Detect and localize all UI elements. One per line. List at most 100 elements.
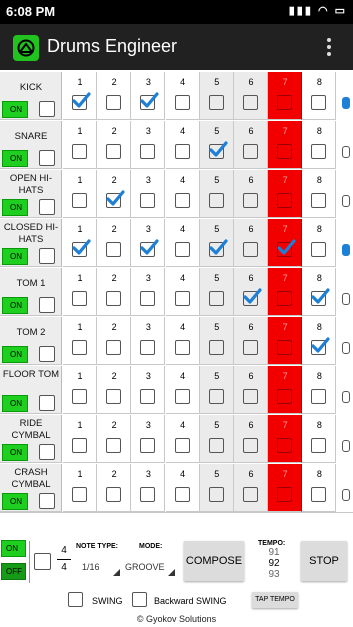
- step-checkbox[interactable]: [72, 487, 87, 502]
- step-cell[interactable]: 1: [63, 366, 97, 414]
- step-cell[interactable]: 1: [63, 72, 97, 120]
- step-checkbox[interactable]: [208, 389, 224, 404]
- step-cell[interactable]: 6: [234, 317, 268, 365]
- step-cell[interactable]: 3: [131, 464, 166, 512]
- step-cell[interactable]: 6: [234, 121, 268, 169]
- step-cell[interactable]: 3: [131, 72, 166, 120]
- track-mute-checkbox[interactable]: [39, 199, 55, 215]
- track-on-button[interactable]: ON: [2, 248, 28, 265]
- note-type-select[interactable]: 1/16: [82, 562, 100, 572]
- stop-button[interactable]: STOP: [301, 541, 347, 581]
- step-checkbox[interactable]: [208, 340, 224, 355]
- track-mute-checkbox[interactable]: [39, 395, 55, 411]
- step-checkbox[interactable]: [277, 438, 293, 453]
- step-checkbox[interactable]: [174, 487, 190, 502]
- step-cell[interactable]: 1: [63, 268, 97, 316]
- step-checkbox[interactable]: [243, 487, 258, 502]
- compose-button[interactable]: COMPOSE: [184, 541, 244, 581]
- on-button[interactable]: ON: [1, 540, 26, 557]
- step-cell[interactable]: 5: [199, 415, 234, 463]
- step-cell[interactable]: 7: [268, 268, 303, 316]
- step-checkbox[interactable]: [277, 389, 293, 404]
- step-checkbox[interactable]: [243, 389, 258, 404]
- track-on-button[interactable]: ON: [2, 297, 28, 314]
- step-cell[interactable]: 8: [302, 415, 337, 463]
- step-checkbox[interactable]: [208, 193, 224, 208]
- track-mute-checkbox[interactable]: [39, 297, 55, 313]
- step-cell[interactable]: 8: [302, 121, 337, 169]
- step-checkbox[interactable]: [72, 340, 87, 355]
- step-checkbox-offscreen[interactable]: [342, 97, 350, 109]
- step-cell[interactable]: 5: [199, 268, 234, 316]
- step-checkbox[interactable]: [174, 95, 190, 110]
- step-checkbox[interactable]: [208, 291, 224, 306]
- step-cell[interactable]: 5: [199, 366, 234, 414]
- step-checkbox-offscreen[interactable]: [342, 391, 350, 403]
- step-cell[interactable]: 8: [302, 464, 337, 512]
- step-checkbox[interactable]: [311, 389, 327, 404]
- step-checkbox[interactable]: [106, 242, 122, 257]
- loop-checkbox[interactable]: [34, 553, 51, 570]
- step-checkbox[interactable]: [174, 144, 190, 159]
- track-on-button[interactable]: ON: [2, 493, 28, 510]
- step-checkbox[interactable]: [106, 340, 122, 355]
- step-checkbox[interactable]: [72, 291, 87, 306]
- step-cell[interactable]: 2: [97, 268, 132, 316]
- track-mute-checkbox[interactable]: [39, 101, 55, 117]
- step-checkbox[interactable]: [243, 144, 258, 159]
- track-on-button[interactable]: ON: [2, 199, 28, 216]
- step-checkbox[interactable]: [311, 193, 327, 208]
- step-checkbox[interactable]: [174, 389, 190, 404]
- step-checkbox[interactable]: [174, 340, 190, 355]
- step-cell[interactable]: 7: [268, 464, 303, 512]
- step-checkbox[interactable]: [277, 144, 293, 159]
- step-checkbox[interactable]: [140, 487, 156, 502]
- step-cell[interactable]: 7: [268, 366, 303, 414]
- step-cell[interactable]: 5: [199, 219, 234, 267]
- step-checkbox-offscreen[interactable]: [342, 146, 350, 158]
- step-cell[interactable]: 6: [234, 219, 268, 267]
- step-checkbox[interactable]: [243, 340, 258, 355]
- step-cell[interactable]: 4: [165, 317, 200, 365]
- step-checkbox[interactable]: [140, 438, 156, 453]
- step-cell[interactable]: 8: [302, 170, 337, 218]
- step-cell[interactable]: 7: [268, 219, 303, 267]
- step-cell[interactable]: 4: [165, 72, 200, 120]
- step-checkbox[interactable]: [174, 291, 190, 306]
- step-checkbox-offscreen[interactable]: [342, 489, 350, 501]
- step-checkbox-offscreen[interactable]: [342, 293, 350, 305]
- step-checkbox[interactable]: [277, 487, 293, 502]
- step-cell[interactable]: 5: [199, 170, 234, 218]
- step-checkbox[interactable]: [174, 438, 190, 453]
- step-cell[interactable]: 2: [97, 317, 132, 365]
- step-cell[interactable]: 1: [63, 317, 97, 365]
- step-checkbox-offscreen[interactable]: [342, 195, 350, 207]
- step-cell[interactable]: 1: [63, 415, 97, 463]
- step-checkbox[interactable]: [140, 193, 156, 208]
- step-checkbox-offscreen[interactable]: [342, 440, 350, 452]
- step-checkbox[interactable]: [140, 340, 156, 355]
- step-cell[interactable]: 2: [97, 72, 132, 120]
- step-cell[interactable]: 8: [302, 366, 337, 414]
- step-checkbox[interactable]: [106, 144, 122, 159]
- step-cell[interactable]: 4: [165, 121, 200, 169]
- step-cell[interactable]: 5: [199, 317, 234, 365]
- step-checkbox[interactable]: [106, 487, 122, 502]
- step-checkbox[interactable]: [311, 144, 327, 159]
- step-checkbox[interactable]: [140, 389, 156, 404]
- track-mute-checkbox[interactable]: [39, 248, 55, 264]
- step-cell[interactable]: 3: [131, 268, 166, 316]
- step-checkbox-offscreen[interactable]: [342, 244, 350, 256]
- step-cell[interactable]: 1: [63, 219, 97, 267]
- track-mute-checkbox[interactable]: [39, 150, 55, 166]
- step-checkbox[interactable]: [174, 242, 190, 257]
- step-cell[interactable]: 6: [234, 170, 268, 218]
- step-checkbox[interactable]: [208, 487, 224, 502]
- step-cell[interactable]: 4: [165, 268, 200, 316]
- track-mute-checkbox[interactable]: [39, 493, 55, 509]
- step-cell[interactable]: 2: [97, 219, 132, 267]
- step-checkbox-offscreen[interactable]: [342, 342, 350, 354]
- step-cell[interactable]: 7: [268, 170, 303, 218]
- track-on-button[interactable]: ON: [2, 444, 28, 461]
- step-checkbox[interactable]: [72, 438, 87, 453]
